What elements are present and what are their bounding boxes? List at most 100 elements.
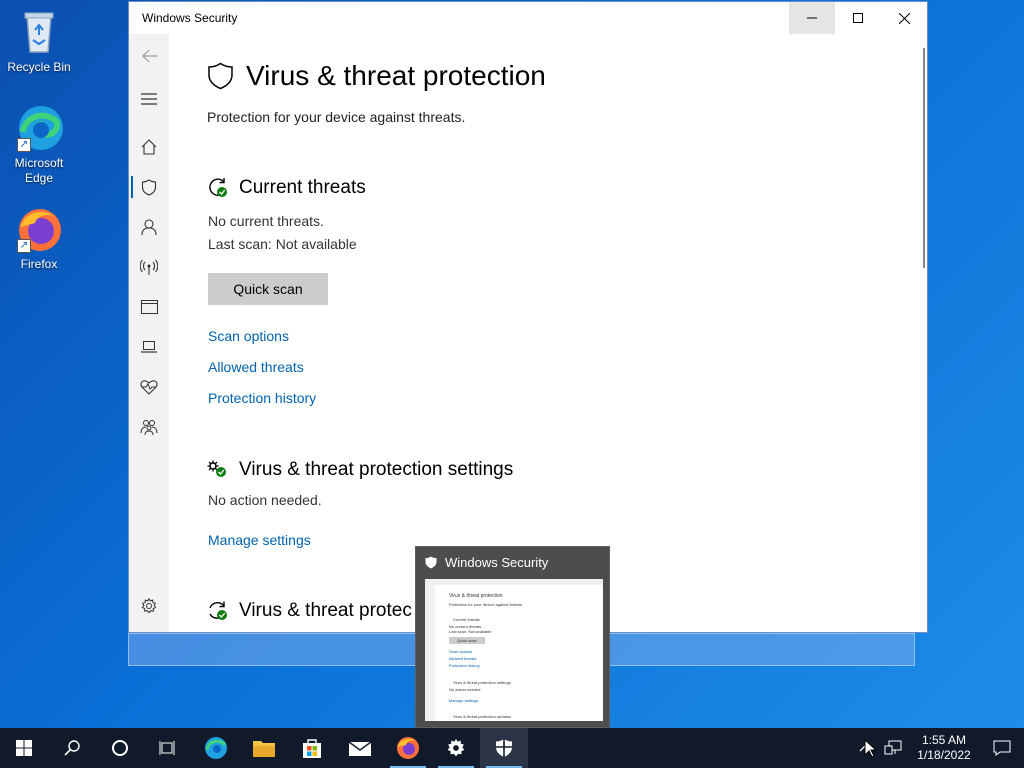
tray-network-button[interactable] [878, 728, 908, 768]
thumbnail-mini-link: Protection history [449, 663, 480, 668]
sidebar-item-home[interactable] [129, 127, 169, 167]
shield-icon [208, 62, 233, 90]
window-title: Windows Security [142, 11, 238, 25]
home-icon [141, 139, 157, 155]
notification-center-button[interactable] [980, 728, 1024, 768]
back-arrow-icon [142, 49, 157, 63]
desktop-icon-label: Microsoft Edge [14, 156, 64, 185]
thumbnail-mini-current: Current threats [453, 617, 480, 622]
mail-envelope-icon [348, 741, 372, 756]
protection-settings-heading: Virus & threat protection settings [207, 459, 513, 481]
network-icon [140, 259, 158, 275]
sidebar-item-settings[interactable] [129, 586, 169, 626]
maximize-button[interactable] [835, 2, 881, 34]
notification-icon [993, 740, 1011, 756]
back-button[interactable] [129, 36, 169, 76]
firefox-icon: ↗ [15, 205, 63, 253]
clock-time: 1:55 AM [921, 733, 967, 747]
laptop-icon [141, 341, 157, 353]
protection-settings-title: Virus & threat protection settings [239, 459, 514, 480]
scan-options-link[interactable]: Scan options [208, 328, 289, 344]
network-wired-icon [884, 740, 902, 755]
taskbar-store[interactable] [288, 728, 336, 768]
taskbar-settings[interactable] [432, 728, 480, 768]
family-icon [140, 420, 158, 435]
task-view-icon [159, 741, 175, 755]
cortana-circle-icon [112, 740, 128, 756]
page-title-text: Virus & threat protection [246, 60, 546, 91]
shield-icon [425, 556, 437, 568]
quick-scan-button[interactable]: Quick scan [208, 273, 328, 305]
protection-history-link[interactable]: Protection history [208, 390, 316, 406]
thumbnail-mini-last: Last scan: Not available [449, 629, 492, 634]
hamburger-icon [141, 93, 157, 105]
thumbnail-mini-button: Quick scan [449, 637, 485, 644]
search-button[interactable] [48, 728, 96, 768]
sidebar-item-firewall[interactable] [129, 247, 169, 287]
menu-button[interactable] [129, 79, 169, 119]
thumbnail-mini-updates: Virus & threat protection updates [453, 714, 512, 719]
search-icon [64, 740, 80, 756]
thumbnail-mini-link: Allowed threats [449, 656, 477, 661]
edge-icon [205, 737, 227, 759]
taskbar-clock[interactable]: 1:55 AM 1/18/2022 [908, 733, 980, 763]
taskbar-windows-security[interactable] [480, 728, 528, 768]
desktop-icon-label: Recycle Bin [7, 60, 71, 74]
heart-pulse-icon [140, 380, 158, 395]
taskbar-file-explorer[interactable] [240, 728, 288, 768]
sidebar-item-virus-protection[interactable] [129, 167, 169, 207]
taskbar-edge[interactable] [192, 728, 240, 768]
cortana-button[interactable] [96, 728, 144, 768]
desktop-icon-label: Firefox [20, 257, 58, 271]
protection-updates-title: Virus & threat protec [239, 600, 412, 621]
sidebar [129, 34, 169, 632]
close-button[interactable] [881, 2, 927, 34]
desktop-icon-edge[interactable]: ↗ Microsoft Edge [0, 104, 78, 186]
thumbnail-mini-manage: Manage settings [449, 698, 479, 703]
edge-icon: ↗ [15, 104, 63, 152]
thumbnail-header: Windows Security [416, 547, 609, 577]
title-bar[interactable]: Windows Security [129, 2, 927, 34]
sidebar-item-device-security[interactable] [129, 327, 169, 367]
mouse-cursor-icon [864, 739, 877, 758]
thumbnail-mini-settings: Virus & threat protection settings [453, 680, 511, 685]
taskbar-firefox[interactable] [384, 728, 432, 768]
current-threats-title: Current threats [239, 177, 366, 198]
system-tray: 1:55 AM 1/18/2022 [852, 728, 1024, 768]
maximize-icon [853, 13, 863, 23]
threat-status-text: No current threats. [208, 213, 324, 229]
allowed-threats-link[interactable]: Allowed threats [208, 359, 304, 375]
thumbnail-mini-settings-status: No action needed. [449, 687, 482, 692]
shortcut-arrow-icon: ↗ [17, 138, 31, 152]
thumbnail-mini-subtitle: Protection for your device against threa… [449, 602, 523, 607]
sidebar-item-account-protection[interactable] [129, 207, 169, 247]
store-bag-icon [303, 739, 321, 758]
thumbnail-content: Virus & threat protection Protection for… [425, 579, 603, 721]
minimize-icon [807, 17, 817, 19]
sidebar-item-app-browser[interactable] [129, 287, 169, 327]
folder-icon [253, 741, 275, 757]
main-content: Virus & threat protection Protection for… [207, 34, 917, 632]
page-subtitle: Protection for your device against threa… [207, 109, 466, 125]
task-view-button[interactable] [144, 728, 192, 768]
gear-icon [447, 739, 465, 757]
desktop-icon-firefox[interactable]: ↗ Firefox [0, 205, 78, 272]
recycle-bin-icon [15, 8, 63, 56]
sidebar-item-family-options[interactable] [129, 407, 169, 447]
sidebar-item-device-health[interactable] [129, 367, 169, 407]
start-button[interactable] [0, 728, 48, 768]
protection-updates-heading: Virus & threat protec [207, 600, 412, 622]
settings-status-text: No action needed. [208, 492, 322, 508]
close-icon [898, 12, 910, 24]
manage-settings-link[interactable]: Manage settings [208, 532, 311, 548]
person-icon [141, 219, 157, 235]
taskbar-thumbnail-preview[interactable]: Windows Security Virus & threat protecti… [415, 546, 610, 728]
windows-logo-icon [16, 740, 32, 756]
minimize-button[interactable] [789, 2, 835, 34]
vertical-scrollbar[interactable] [923, 48, 925, 268]
taskbar-mail[interactable] [336, 728, 384, 768]
desktop-icon-recycle-bin[interactable]: Recycle Bin [0, 8, 78, 75]
shield-icon [496, 739, 512, 757]
windows-security-window[interactable]: Windows Security Virus & threat protecti… [128, 1, 928, 633]
gear-icon [141, 598, 157, 614]
